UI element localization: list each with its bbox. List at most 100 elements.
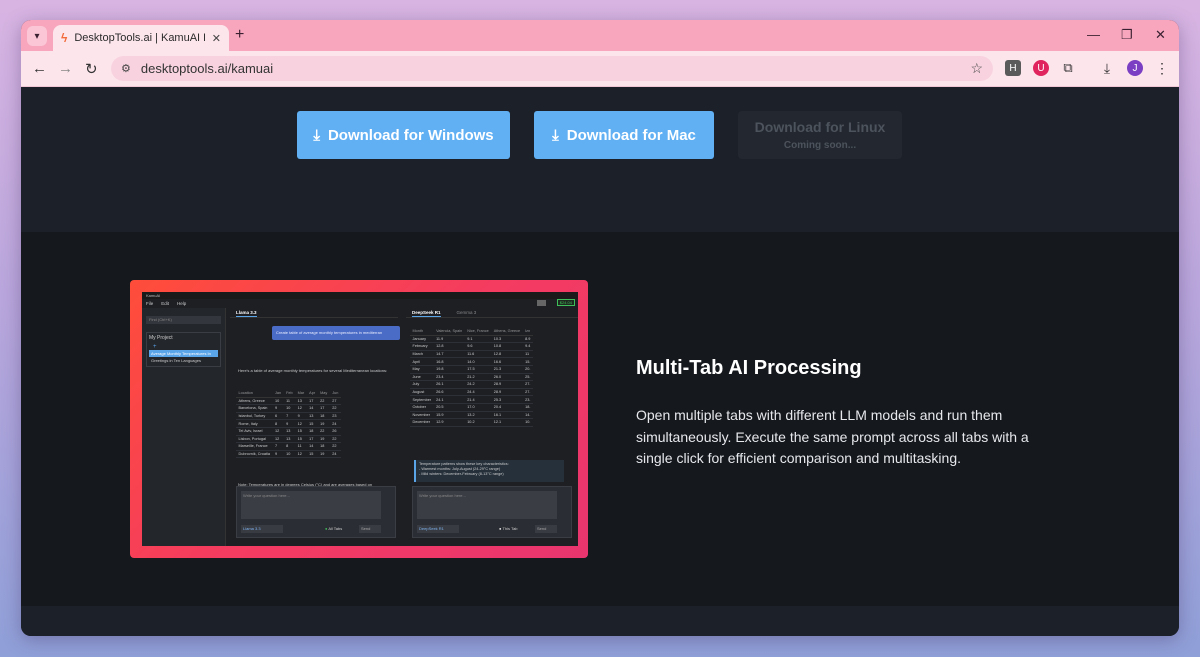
app-title-bar: KamuAI [142,292,578,299]
table-cell: 15.9 [433,411,465,420]
minimize-icon[interactable]: — [1087,27,1100,42]
table-cell: 20. [522,365,533,374]
table-cell: July [410,380,434,389]
app-left-tabs: Llama 3.3 [230,308,398,318]
table-cell: 17 [317,404,330,413]
table-row: Rome, Italy 8 9 12 15 19 24 [236,419,341,428]
table-row: October 20.5 17.0 20.4 18. [410,403,533,412]
table-row: Istanbul, Turkey 6 7 9 13 18 23 [236,412,341,421]
table-cell: 15 [295,435,307,444]
table-cell: 11.9 [433,335,465,344]
table-header: Jan [272,390,284,398]
shield-extension-icon[interactable]: U [1033,60,1049,76]
browser-tab[interactable]: ϟ DesktopTools.ai | KamuAI Privac ✕ [53,25,229,51]
table-cell: 24.1 [433,395,465,404]
address-bar[interactable]: ⚙ desktoptools.ai/kamuai ☆ [111,56,993,81]
restore-icon[interactable]: ❐ [1121,27,1133,43]
close-icon[interactable]: ✕ [212,32,221,45]
bookmark-star-icon[interactable]: ☆ [970,60,983,77]
feature-title: Multi-Tab AI Processing [636,357,862,379]
table-header: Mar [295,390,307,398]
site-settings-icon[interactable]: ⚙ [121,62,131,75]
app-right-tabs: DeepSeek R1 Gemma 3 [406,308,578,318]
table-row: Dubrovnik, Croatia 9 10 12 15 19 24 [236,450,341,459]
table-cell: 16.6 [491,357,523,366]
table-cell: January [410,335,434,344]
app-side-item: Average Monthly Temperatures In [149,350,218,357]
table-cell: 22 [329,435,341,444]
table-cell: 14. [522,411,533,420]
download-windows-button[interactable]: ⤓ Download for Windows [297,111,510,159]
table-cell: 10 [283,404,296,413]
table-cell: Istanbul, Turkey [236,412,273,421]
kebab-menu-icon[interactable]: ⋮ [1154,60,1170,76]
app-prompt-bubble: Create table of average monthly temperat… [272,326,400,340]
extensions-puzzle-icon[interactable]: ⧉ [1060,60,1076,76]
app-screenshot-frame: KamuAI File Edit Help $24.04 Find (Ctrl+… [130,280,588,558]
table-cell: 7 [283,412,296,421]
table-row: Tel Aviv, Israel 12 13 15 18 22 26 [236,427,341,436]
forward-icon[interactable]: → [58,60,73,77]
app-project-title: My Project [149,335,173,341]
table-cell: 13 [295,397,307,406]
download-icon[interactable]: ⤓ [1099,60,1115,76]
table-cell: 17 [306,435,318,444]
download-mac-button[interactable]: ⤓ Download for Mac [534,111,714,159]
table-cell: 21.3 [491,365,523,374]
table-cell: 10. [522,418,533,427]
app-find-input: Find (Ctrl+K) [146,316,221,324]
table-cell: 27 [329,397,341,406]
table-cell: March [410,350,434,359]
table-cell: 18 [306,427,318,436]
table-cell: 18 [317,442,330,451]
app-menu-bar: File Edit Help [142,299,578,308]
browser-toolbar: ← → ↻ ⚙ desktoptools.ai/kamuai ☆ H U ⧉ ⤓… [21,51,1179,87]
table-cell: 11 [283,397,296,406]
table-cell: 12 [295,404,307,413]
table-header: Month [410,328,434,336]
table-row: Athens, Greece 10 11 13 17 22 27 [236,397,341,406]
table-cell: 15. [522,357,533,366]
table-cell: 8 [272,419,284,428]
table-cell: June [410,373,434,382]
table-cell: 26.6 [433,388,465,397]
table-cell: 6 [272,412,284,421]
table-row: March 14.7 11.6 12.8 11 [410,350,533,359]
table-row: Marseille, France 7 8 11 14 18 22 [236,442,341,451]
back-icon[interactable]: ← [32,60,47,77]
url-text: desktoptools.ai/kamuai [140,61,274,76]
table-cell: 12 [272,435,284,444]
table-cell: 22 [317,397,330,406]
close-window-icon[interactable]: ✕ [1155,27,1166,43]
app-side-item: Greetings in Ten Languages [151,358,201,363]
table-cell: October [410,403,434,412]
table-cell: 24 [329,419,341,428]
table-cell: 22 [317,427,330,436]
new-tab-button[interactable]: + [235,26,244,44]
table-cell: 12.8 [433,342,465,351]
feature-section: KamuAI File Edit Help $24.04 Find (Ctrl+… [21,232,1179,606]
app-menu-file: File [146,301,154,306]
table-cell: 23 [329,412,341,421]
table-cell: Tel Aviv, Israel [236,427,273,436]
table-cell: 13 [283,427,296,436]
download-windows-label: Download for Windows [327,126,494,144]
table-cell: 9 [283,419,296,428]
table-header: Izn [522,328,533,336]
profile-avatar[interactable]: J [1127,60,1143,76]
download-linux-label: Download for Linux [754,119,886,135]
table-cell: 16.8 [433,357,465,366]
coming-soon-label: Coming soon... [783,140,857,151]
reload-icon[interactable]: ↻ [85,60,98,78]
table-cell: 26.1 [433,380,465,389]
app-sidebar: Find (Ctrl+K) My Project + Average Month… [142,308,226,546]
tab-search-button[interactable]: ▾ [27,26,47,46]
extension-h-icon[interactable]: H [1005,60,1021,76]
table-cell: Marseille, France [236,442,273,451]
tab-strip: ▾ ϟ DesktopTools.ai | KamuAI Privac ✕ + … [21,20,1179,51]
table-row: July 26.1 24.2 28.9 27. [410,380,533,389]
download-icon: ⤓ [552,126,559,144]
table-cell: 9 [272,450,284,459]
table-cell: 12 [295,450,307,459]
table-cell: April [410,357,434,366]
